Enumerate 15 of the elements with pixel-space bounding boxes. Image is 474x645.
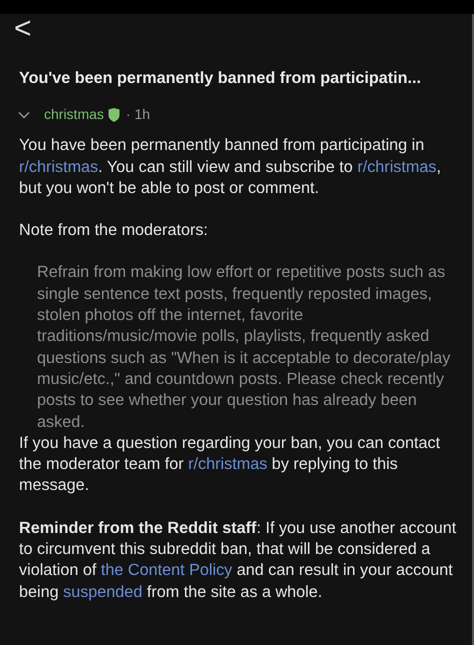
text-link[interactable]: the Content Policy [100,561,232,580]
text-link[interactable]: r/christmas [19,158,98,176]
message-paragraph: If you have a question regarding your ban, you can contact the moderator team for r/christmas by replying to this message. [19,432,442,496]
post-time: · 1h [126,105,150,124]
chevron-down-icon[interactable] [18,110,30,119]
text-link[interactable]: suspended [63,582,142,601]
back-button[interactable]: < [14,14,32,44]
message-paragraph: You have been permanently banned from participating in r/christmas. You can still view and subscribe to r/christmas, but you won't be able to post or comment. [19,135,442,199]
message-paragraph: Note from the moderators: [19,220,209,242]
message-title: You've been permanently banned from participatin... [19,68,422,89]
text-link[interactable]: r/christmas [188,455,268,474]
text-link[interactable]: r/christmas [357,158,436,176]
message-paragraph: Reminder from the Reddit staff: If you use another account to circumvent this subreddit ban, that will be considered a violation of the Content Policy and can result in your account being suspended from the site as a whole. [19,518,458,603]
subreddit-name[interactable]: christmas [44,104,104,126]
quote-text: Refrain from making low effort or repetitive posts such as single sentence text posts, frequently reposted images, stolen photos off the internet, favorite traditions/music/movie polls, playlists, frequently asked questions such as "When is it acceptable to decorate/play music/etc.," and countdown posts. Please check recently posts to see whether your question has already been asked. [36,262,452,433]
